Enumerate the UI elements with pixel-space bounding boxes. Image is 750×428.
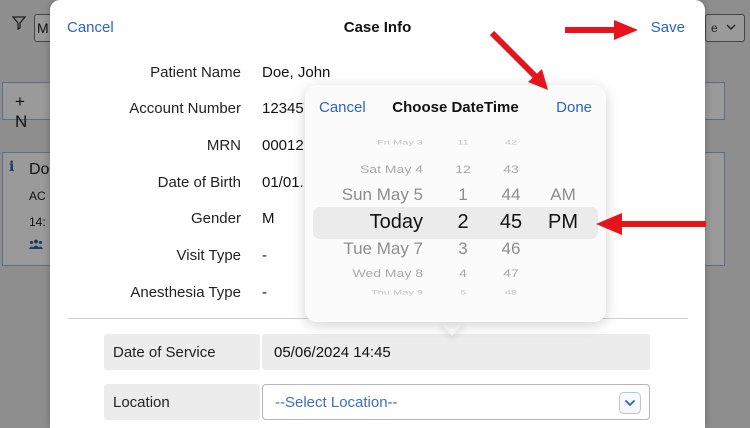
field-label: Account Number bbox=[129, 100, 241, 117]
datetime-picker-popover: Cancel Choose DateTime Done Fri May 3 Sat… bbox=[305, 85, 606, 322]
picker-option[interactable]: 47 bbox=[491, 267, 531, 280]
background-card-name: Do bbox=[29, 161, 50, 178]
field-value: - bbox=[262, 247, 267, 264]
picker-option[interactable]: 3 bbox=[443, 239, 483, 259]
field-value: M bbox=[262, 210, 275, 227]
picker-option[interactable]: Sun May 5 bbox=[315, 185, 423, 205]
field-label: Gender bbox=[190, 210, 241, 227]
picker-option[interactable]: 43 bbox=[491, 163, 531, 176]
chevron-down-icon: e bbox=[711, 21, 736, 35]
picker-option[interactable]: 42 bbox=[491, 140, 531, 147]
picker-option[interactable]: 4 bbox=[443, 267, 483, 280]
picker-option[interactable]: 45 bbox=[491, 211, 531, 234]
background-new-case-button: + N bbox=[2, 82, 52, 131]
field-label: MRN bbox=[206, 137, 241, 154]
background-case-card: i Do AC 14: bbox=[2, 152, 52, 266]
info-icon: i bbox=[9, 159, 15, 175]
chevron-down-icon[interactable] bbox=[619, 392, 641, 414]
picker-option[interactable]: 1 bbox=[443, 185, 483, 205]
picker-option[interactable]: 11 bbox=[443, 140, 483, 147]
save-button[interactable]: Save bbox=[651, 19, 685, 36]
minute-wheel[interactable]: 42 43 44 45 46 47 48 bbox=[491, 85, 531, 322]
picker-option[interactable]: Sat May 4 bbox=[315, 163, 423, 176]
group-icon bbox=[29, 239, 43, 249]
background-select-right: e bbox=[705, 14, 745, 42]
field-value: Doe, John bbox=[262, 64, 331, 81]
field-value: 00012 bbox=[262, 137, 304, 154]
picker-option[interactable]: AM bbox=[541, 185, 585, 205]
picker-option[interactable]: 5 bbox=[443, 290, 483, 297]
filter-icon bbox=[11, 16, 27, 35]
date-of-service-field[interactable]: 05/06/2024 14:45 bbox=[262, 334, 650, 370]
background-new-case-bar-edge bbox=[705, 82, 725, 120]
picker-option[interactable]: Tue May 7 bbox=[315, 239, 423, 259]
hour-wheel[interactable]: 11 12 1 2 3 4 5 bbox=[443, 85, 483, 322]
picker-option[interactable]: PM bbox=[541, 211, 585, 234]
modal-header: Cancel Case Info Save bbox=[50, 0, 705, 56]
picker-option[interactable]: Today bbox=[315, 211, 423, 234]
background-card-time: 14: bbox=[29, 215, 46, 229]
svg-text:e: e bbox=[711, 21, 718, 35]
picker-option[interactable]: 48 bbox=[491, 290, 531, 297]
date-of-service-label: Date of Service bbox=[104, 334, 260, 370]
date-wheel[interactable]: Fri May 3 Sat May 4 Sun May 5 Today Tue May … bbox=[315, 85, 423, 322]
location-select[interactable]: --Select Location-- bbox=[262, 384, 650, 420]
location-row: Location --Select Location-- bbox=[104, 384, 650, 420]
field-label: Anesthesia Type bbox=[130, 284, 241, 301]
field-value: 01/01. bbox=[262, 174, 304, 191]
picker-option[interactable]: Fri May 3 bbox=[315, 140, 423, 147]
background-card-line: AC bbox=[29, 189, 46, 203]
field-label: Date of Birth bbox=[157, 174, 241, 191]
field-value: - bbox=[262, 284, 267, 301]
field-label: Patient Name bbox=[150, 64, 241, 81]
picker-option[interactable]: Wed May 8 bbox=[315, 267, 423, 280]
picker-option[interactable]: 44 bbox=[491, 185, 531, 205]
location-select-value: --Select Location-- bbox=[275, 394, 398, 411]
picker-option[interactable]: 46 bbox=[491, 239, 531, 259]
field-label: Visit Type bbox=[176, 247, 241, 264]
date-of-service-row: Date of Service 05/06/2024 14:45 bbox=[104, 334, 650, 370]
background-case-card-edge bbox=[705, 152, 725, 266]
picker-option[interactable]: 2 bbox=[443, 211, 483, 234]
field-value: 12345 bbox=[262, 100, 304, 117]
location-label: Location bbox=[104, 384, 260, 420]
picker-option[interactable]: Thu May 9 bbox=[315, 290, 423, 297]
ampm-wheel[interactable]: AM PM bbox=[541, 85, 585, 322]
modal-title: Case Info bbox=[343, 19, 412, 36]
picker-option[interactable]: 12 bbox=[443, 163, 483, 176]
